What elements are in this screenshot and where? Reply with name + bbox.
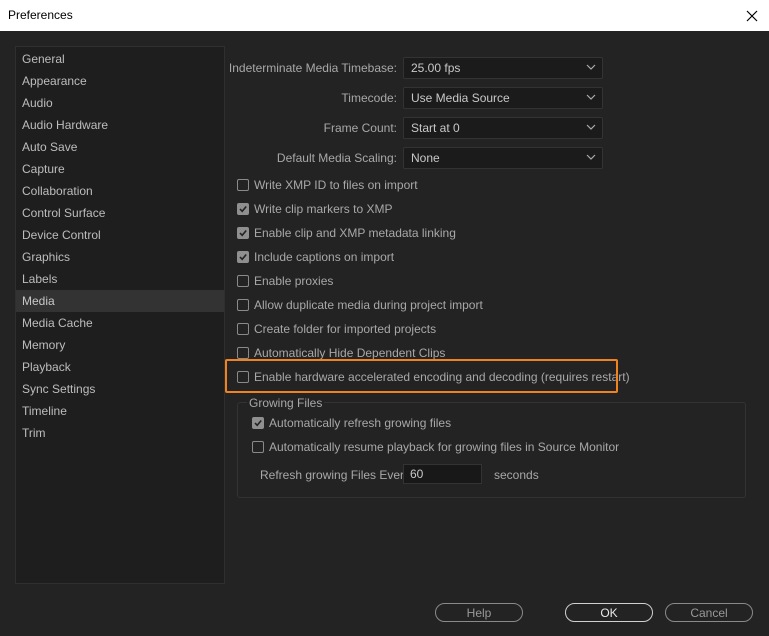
dropdown-row: Frame Count: Start at 0 [237,117,603,139]
checkbox-label: Create folder for imported projects [254,322,437,336]
close-icon [746,10,758,21]
checkmark-icon [239,229,247,237]
sidebar-item-trim[interactable]: Trim [16,422,224,444]
checkbox-row[interactable]: Write clip markers to XMP [237,200,392,218]
title-bar: Preferences [0,0,769,31]
ok-button[interactable]: OK [565,603,653,622]
chevron-down-icon [586,94,596,100]
preferences-category-list[interactable]: General Appearance Audio Audio Hardware Auto… [15,46,225,584]
checkbox-label: Enable proxies [254,274,334,288]
cancel-button[interactable]: Cancel [665,603,753,622]
dropdown-value: Use Media Source [411,91,510,105]
checkbox-label: Write XMP ID to files on import [254,178,418,192]
sidebar-item-device-control[interactable]: Device Control [16,224,224,246]
sidebar-item-auto-save[interactable]: Auto Save [16,136,224,158]
help-button[interactable]: Help [435,603,523,622]
dropdown-select[interactable]: Use Media Source [403,87,603,109]
checkbox-row[interactable]: Allow duplicate media during project imp… [237,296,483,314]
checkbox-label: Enable clip and XMP metadata linking [254,226,456,240]
sidebar-item-audio-hardware[interactable]: Audio Hardware [16,114,224,136]
dropdown-label: Timecode: [341,91,397,105]
checkbox[interactable] [252,417,264,429]
sidebar-item-media[interactable]: Media [16,290,224,312]
sidebar-item-capture[interactable]: Capture [16,158,224,180]
checkbox[interactable] [237,251,249,263]
checkbox[interactable] [237,227,249,239]
sidebar-item-collaboration[interactable]: Collaboration [16,180,224,202]
checkbox-row[interactable]: Automatically refresh growing files [252,414,451,432]
sidebar-item-control-surface[interactable]: Control Surface [16,202,224,224]
checkbox-label: Write clip markers to XMP [254,202,393,216]
checkbox-row[interactable]: Create folder for imported projects [237,320,436,338]
checkbox[interactable] [237,203,249,215]
checkmark-icon [239,205,247,213]
checkbox-row[interactable]: Include captions on import [237,248,394,266]
checkmark-icon [254,419,262,427]
checkbox-row[interactable]: Enable proxies [237,272,333,290]
checkbox[interactable] [237,299,249,311]
checkbox[interactable] [237,323,249,335]
chevron-down-icon [586,154,596,160]
refresh-unit-label: seconds [494,468,539,482]
checkbox-label: Allow duplicate media during project imp… [254,298,483,312]
dropdown-value: None [411,151,440,165]
dropdown-row: Default Media Scaling: None [237,147,603,169]
dropdown-row: Indeterminate Media Timebase: 25.00 fps [229,57,603,79]
dropdown-row: Timecode: Use Media Source [237,87,603,109]
chevron-down-icon [586,124,596,130]
sidebar-item-general[interactable]: General [16,48,224,70]
dropdown-select[interactable]: Start at 0 [403,117,603,139]
checkbox[interactable] [237,179,249,191]
refresh-interval-input[interactable] [403,464,482,484]
dropdown-label: Indeterminate Media Timebase: [228,61,397,75]
sidebar-item-sync-settings[interactable]: Sync Settings [16,378,224,400]
sidebar-item-audio[interactable]: Audio [16,92,224,114]
checkbox[interactable] [237,347,249,359]
highlight-box [225,359,618,393]
checkbox-label: Include captions on import [254,250,395,264]
refresh-interval-label: Refresh growing Files Every [260,468,411,482]
checkbox-row[interactable]: Automatically resume playback for growin… [252,438,619,456]
growing-files-title: Growing Files [247,396,325,410]
checkbox[interactable] [237,275,249,287]
sidebar-item-media-cache[interactable]: Media Cache [16,312,224,334]
dropdown-select[interactable]: None [403,147,603,169]
checkmark-icon [239,253,247,261]
dropdown-label: Default Media Scaling: [276,151,397,165]
checkbox[interactable] [252,441,264,453]
dropdown-value: 25.00 fps [411,61,461,75]
sidebar-item-playback[interactable]: Playback [16,356,224,378]
dropdown-select[interactable]: 25.00 fps [403,57,603,79]
sidebar-item-memory[interactable]: Memory [16,334,224,356]
checkbox-row[interactable]: Enable clip and XMP metadata linking [237,224,456,242]
sidebar-item-graphics[interactable]: Graphics [16,246,224,268]
dropdown-label: Frame Count: [323,121,397,135]
checkbox-row[interactable]: Write XMP ID to files on import [237,176,418,194]
sidebar-item-appearance[interactable]: Appearance [16,70,224,92]
sidebar-item-timeline[interactable]: Timeline [16,400,224,422]
chevron-down-icon [586,64,596,70]
checkbox-label: Automatically Hide Dependent Clips [254,346,446,360]
sidebar-item-labels[interactable]: Labels [16,268,224,290]
dropdown-value: Start at 0 [411,121,460,135]
close-button[interactable] [735,0,769,31]
checkbox-label: Automatically refresh growing files [269,416,452,430]
checkbox-label: Automatically resume playback for growin… [269,440,620,454]
window-title: Preferences [8,8,73,22]
